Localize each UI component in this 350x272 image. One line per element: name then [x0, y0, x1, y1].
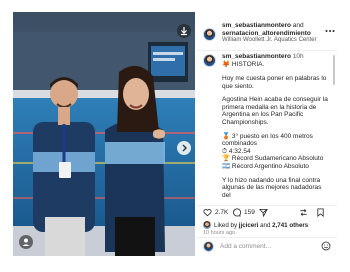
coauthor-username[interactable]: sernatacion_altorendimiento [222, 30, 328, 38]
post-time-ago[interactable]: 10 hours ago [203, 230, 235, 236]
save-icon [317, 208, 324, 217]
avatar [203, 241, 214, 252]
comment-input[interactable] [220, 241, 310, 252]
post-side-panel: sm_sebastianmontero and sernatacion_alto… [197, 12, 337, 256]
caption-paragraph: Y lo hizo nadando una final contra algun… [222, 176, 322, 199]
share-icon [259, 208, 268, 217]
comment-button[interactable]: 159 [232, 208, 255, 217]
more-horizontal-icon[interactable] [325, 25, 335, 35]
like-count: 2.7K [215, 209, 229, 216]
user-icon[interactable] [19, 235, 33, 249]
liked-by-middle: and [258, 221, 273, 229]
caption-intro: 🦊 HISTORIA. [222, 60, 265, 68]
caption-scrollbar[interactable] [333, 55, 335, 85]
caption-paragraph: Agostina Hein acaba de conseguir la prim… [222, 96, 328, 126]
header-divider [197, 50, 337, 51]
caption-username[interactable]: sm_sebastianmontero [222, 53, 291, 60]
post-actions: 2.7K 159 [203, 208, 333, 220]
avatar[interactable] [203, 54, 216, 67]
author-conjunction: and [291, 22, 304, 29]
post-location[interactable]: William Woollett Jr. Aquatics Center [222, 37, 328, 45]
liked-by-others[interactable]: 2,741 others [272, 222, 308, 229]
avatar [203, 221, 211, 229]
photo-illustration [13, 12, 195, 256]
liked-by: Liked by jjciceri and 2,741 others [203, 221, 335, 229]
caption-body: Hoy me cuesta poner en palabras lo que s… [222, 75, 329, 203]
avatar[interactable] [203, 28, 216, 41]
author-username[interactable]: sm_sebastianmontero [222, 22, 291, 29]
like-button[interactable]: 2.7K [203, 208, 228, 217]
post-photo[interactable] [13, 12, 195, 256]
chevron-right-icon[interactable] [177, 141, 191, 155]
caption-paragraph: 🥉 3° puesto en los 400 metros combinados… [222, 132, 324, 170]
comment-count: 159 [244, 209, 255, 216]
share-button[interactable] [259, 208, 268, 217]
actions-divider [197, 205, 337, 206]
caption-time: 10h [292, 53, 304, 60]
comment-bar [203, 238, 335, 254]
liked-by-user[interactable]: jjciceri [239, 222, 259, 229]
liked-by-prefix: Liked by [214, 221, 239, 229]
repost-icon [300, 209, 307, 216]
post-authors: sm_sebastianmontero and sernatacion_alto… [222, 22, 328, 45]
post-caption: sm_sebastianmontero 10h 🦊 HISTORIA. Hoy … [203, 53, 335, 203]
comment-icon [233, 208, 241, 217]
download-icon[interactable] [177, 24, 191, 38]
heart-icon [203, 209, 212, 217]
caption-paragraph: Hoy me cuesta poner en palabras lo que s… [222, 75, 327, 90]
smiley-icon[interactable] [321, 241, 331, 251]
caption-head: sm_sebastianmontero 10h 🦊 HISTORIA. [222, 53, 332, 68]
save-button[interactable] [316, 208, 325, 217]
repost-button[interactable] [299, 208, 308, 217]
